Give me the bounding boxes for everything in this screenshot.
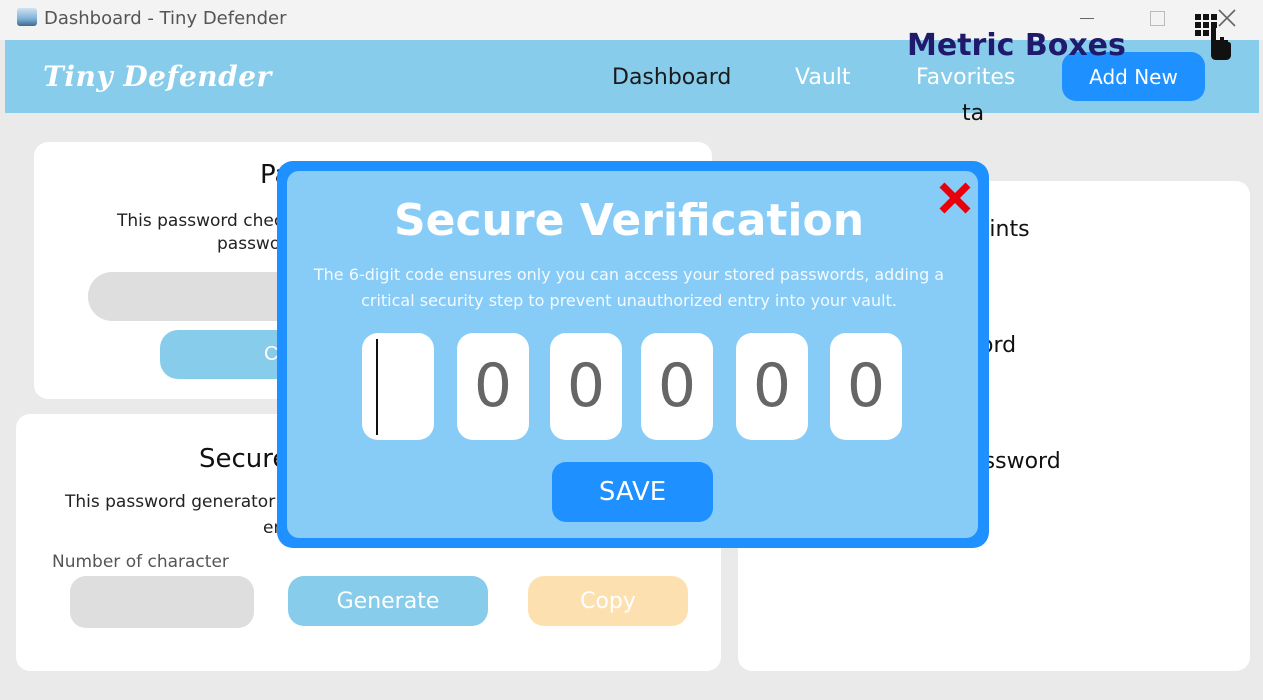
nav-favorites[interactable]: Favorites	[916, 65, 1015, 90]
number-of-character-label: Number of character	[52, 552, 229, 572]
generate-button[interactable]: Generate	[288, 576, 488, 626]
modal-close-icon[interactable]	[937, 180, 973, 216]
code-digit-2[interactable]: 0	[457, 333, 529, 440]
save-button[interactable]: SAVE	[552, 462, 713, 522]
nav-dashboard[interactable]: Dashboard	[612, 65, 731, 90]
code-digit-1[interactable]	[362, 333, 434, 440]
modal-description: The 6-digit code ensures only you can ac…	[313, 265, 945, 310]
app-shield-icon	[17, 8, 37, 26]
copy-button[interactable]: Copy	[528, 576, 688, 626]
nav-vault[interactable]: Vault	[795, 65, 851, 90]
code-digit-4[interactable]: 0	[641, 333, 713, 440]
brand-logo-text: Tiny Defender	[43, 60, 272, 93]
code-digit-6[interactable]: 0	[830, 333, 902, 440]
number-of-character-input[interactable]	[70, 576, 254, 628]
text-cursor	[376, 339, 378, 435]
metric-label-1: ta	[962, 101, 985, 126]
code-digit-5[interactable]: 0	[736, 333, 808, 440]
window-title: Dashboard - Tiny Defender	[44, 8, 287, 29]
generator-description-line1: This password generator is	[65, 492, 295, 512]
code-digit-3[interactable]: 0	[550, 333, 622, 440]
metric-boxes-heading: Metric Boxes	[907, 28, 1126, 63]
maximize-button[interactable]	[1134, 2, 1180, 34]
modal-title: Secure Verification	[393, 195, 865, 246]
generator-title: Secure	[199, 444, 289, 474]
keypad-hand-icon[interactable]	[1195, 14, 1231, 60]
